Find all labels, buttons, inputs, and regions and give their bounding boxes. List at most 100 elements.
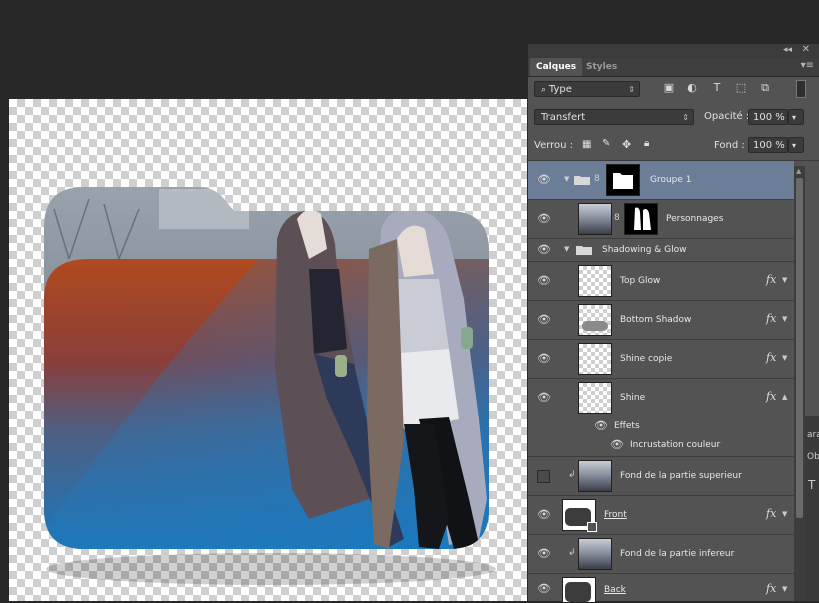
smart-object-filter-icon[interactable]: ⧉ bbox=[758, 81, 772, 95]
chevron-down-icon[interactable]: ▼ bbox=[782, 354, 787, 362]
visibility-eye-icon[interactable]: 👁︎ bbox=[537, 314, 551, 325]
adjacent-panel-edge: ara Ob T bbox=[805, 416, 819, 601]
fill-input[interactable]: 100 % bbox=[748, 137, 788, 153]
blend-mode-value: Transfert bbox=[541, 112, 586, 123]
lock-paint-icon[interactable]: ✎ bbox=[602, 138, 610, 149]
close-panel-icon[interactable]: ✕ bbox=[802, 44, 810, 55]
adjustment-filter-icon[interactable]: ◐ bbox=[685, 81, 699, 95]
collapse-panel-icon[interactable]: ◂◂ bbox=[783, 45, 792, 55]
layer-row-groupe-1[interactable]: 👁︎ ▼ 8 Groupe 1 bbox=[528, 161, 794, 200]
layer-thumbnail[interactable] bbox=[578, 304, 612, 336]
lock-label: Verrou : bbox=[534, 140, 574, 151]
chevron-down-icon: ▾ bbox=[792, 141, 797, 150]
layer-row-personnages[interactable]: 👁︎ 8 Personnages bbox=[528, 200, 794, 239]
fx-icon[interactable]: fx bbox=[766, 273, 776, 286]
layer-name: Back bbox=[604, 585, 626, 595]
image-filter-icon[interactable]: ▣ bbox=[662, 81, 676, 95]
lock-transparency-icon[interactable]: ▦ bbox=[582, 139, 591, 150]
edge-text-c: T bbox=[808, 478, 816, 492]
link-icon[interactable]: 8 bbox=[614, 213, 620, 223]
layer-filter-select[interactable]: ⌕ Type ⇕ bbox=[534, 81, 640, 97]
layer-name: Front bbox=[604, 510, 627, 520]
shape-thumbnail[interactable] bbox=[562, 499, 597, 532]
opacity-label: Opacité : bbox=[704, 111, 750, 122]
layers-scrollbar[interactable]: ▲ bbox=[794, 166, 805, 601]
document-canvas[interactable] bbox=[9, 99, 527, 601]
layer-row-shine-copie[interactable]: 👁︎ Shine copie fx ▼ bbox=[528, 340, 794, 379]
layer-thumbnail[interactable] bbox=[578, 203, 612, 235]
layers-panel: ◂◂ ✕ Calques Styles ▾≡ ⌕ Type ⇕ ▣ ◐ T ⬚ … bbox=[527, 44, 819, 603]
visibility-eye-icon[interactable]: 👁︎ bbox=[537, 548, 551, 559]
panel-menu-icon[interactable]: ▾≡ bbox=[801, 60, 814, 71]
lock-all-icon[interactable]: 🔒︎ bbox=[644, 138, 649, 149]
layer-row-fond-partie-superieur[interactable]: ↲ Fond de la partie superieur bbox=[528, 457, 794, 496]
effect-row-incrustation-couleur[interactable]: 👁︎ Incrustation couleur bbox=[528, 436, 794, 457]
fx-icon[interactable]: fx bbox=[766, 507, 776, 520]
visibility-eye-icon[interactable]: 👁︎ bbox=[537, 392, 551, 403]
chevron-down-icon[interactable]: ▼ bbox=[782, 585, 787, 593]
layer-row-bottom-shadow[interactable]: 👁︎ Bottom Shadow fx ▼ bbox=[528, 301, 794, 340]
chevron-down-icon[interactable]: ▼ bbox=[782, 510, 787, 518]
chevron-down-icon[interactable]: ▼ bbox=[782, 276, 787, 284]
edge-text-a: ara bbox=[807, 430, 819, 440]
expand-triangle-icon[interactable]: ▼ bbox=[564, 175, 569, 183]
layer-thumbnail[interactable] bbox=[578, 265, 612, 297]
opacity-dropdown-button[interactable]: ▾ bbox=[788, 109, 804, 125]
visibility-eye-icon[interactable]: 👁︎ bbox=[610, 439, 624, 450]
clipping-arrow-icon: ↲ bbox=[568, 470, 576, 480]
tab-styles[interactable]: Styles bbox=[580, 58, 623, 76]
scrollbar-thumb[interactable] bbox=[796, 178, 803, 518]
layer-name: Shine copie bbox=[620, 354, 673, 364]
type-filter-icon[interactable]: T bbox=[710, 81, 724, 95]
folder-icon bbox=[576, 246, 592, 255]
filter-toggle-switch[interactable] bbox=[796, 80, 806, 98]
layer-thumbnail[interactable] bbox=[578, 382, 612, 414]
group-mask-thumbnail[interactable] bbox=[606, 164, 640, 196]
fill-dropdown-button[interactable]: ▾ bbox=[788, 137, 804, 153]
layer-row-top-glow[interactable]: 👁︎ Top Glow fx ▼ bbox=[528, 262, 794, 301]
visibility-eye-icon[interactable]: 👁︎ bbox=[537, 275, 551, 286]
layer-thumbnail[interactable] bbox=[578, 460, 612, 492]
link-icon[interactable]: 8 bbox=[594, 174, 600, 184]
panel-title-strip: ◂◂ ✕ bbox=[528, 44, 819, 58]
chevron-up-icon[interactable]: ▲ bbox=[782, 393, 787, 401]
visibility-toggle-empty[interactable] bbox=[537, 470, 550, 483]
layer-row-shadowing-glow[interactable]: 👁︎ ▼ Shadowing & Glow bbox=[528, 239, 794, 262]
lock-position-icon[interactable]: ✥ bbox=[622, 138, 631, 151]
layer-name: Personnages bbox=[666, 214, 724, 224]
visibility-eye-icon[interactable]: 👁︎ bbox=[537, 213, 551, 224]
layer-mask-thumbnail[interactable] bbox=[624, 203, 658, 235]
effects-row[interactable]: 👁︎ Effets bbox=[528, 417, 794, 436]
layer-thumbnail[interactable] bbox=[578, 343, 612, 375]
fx-icon[interactable]: fx bbox=[766, 582, 776, 595]
shape-thumbnail[interactable] bbox=[562, 577, 596, 603]
expand-triangle-icon[interactable]: ▼ bbox=[564, 245, 569, 253]
tab-calques[interactable]: Calques bbox=[530, 58, 583, 76]
layer-row-back[interactable]: 👁︎ Back fx ▼ bbox=[528, 574, 794, 603]
layer-row-shine[interactable]: 👁︎ Shine fx ▲ bbox=[528, 379, 794, 417]
visibility-eye-icon[interactable]: 👁︎ bbox=[537, 353, 551, 364]
shape-filter-icon[interactable]: ⬚ bbox=[734, 81, 748, 95]
folder-artwork bbox=[44, 187, 496, 585]
visibility-eye-icon[interactable]: 👁︎ bbox=[537, 583, 551, 594]
fx-icon[interactable]: fx bbox=[766, 390, 776, 403]
fx-icon[interactable]: fx bbox=[766, 312, 776, 325]
blend-mode-select[interactable]: Transfert ⇕ bbox=[534, 109, 694, 125]
fx-icon[interactable]: fx bbox=[766, 351, 776, 364]
layer-thumbnail[interactable] bbox=[578, 538, 612, 570]
scroll-up-icon[interactable]: ▲ bbox=[796, 167, 801, 175]
opacity-input[interactable]: 100 % bbox=[748, 109, 788, 125]
layer-name: Fond de la partie infereur bbox=[620, 549, 735, 559]
folder-drop-shadow bbox=[46, 553, 496, 585]
search-icon: ⌕ bbox=[541, 85, 549, 95]
layer-name: Shine bbox=[620, 393, 646, 403]
visibility-eye-icon[interactable]: 👁︎ bbox=[537, 174, 551, 185]
visibility-eye-icon[interactable]: 👁︎ bbox=[537, 244, 551, 255]
chevron-down-icon[interactable]: ▼ bbox=[782, 315, 787, 323]
panel-tab-bar: Calques Styles ▾≡ bbox=[528, 58, 819, 77]
visibility-eye-icon[interactable]: 👁︎ bbox=[594, 420, 608, 431]
layer-row-front[interactable]: 👁︎ Front fx ▼ bbox=[528, 496, 794, 535]
layer-row-fond-partie-infereur[interactable]: 👁︎ ↲ Fond de la partie infereur bbox=[528, 535, 794, 574]
visibility-eye-icon[interactable]: 👁︎ bbox=[537, 509, 551, 520]
chevron-updown-icon: ⇕ bbox=[628, 85, 635, 94]
